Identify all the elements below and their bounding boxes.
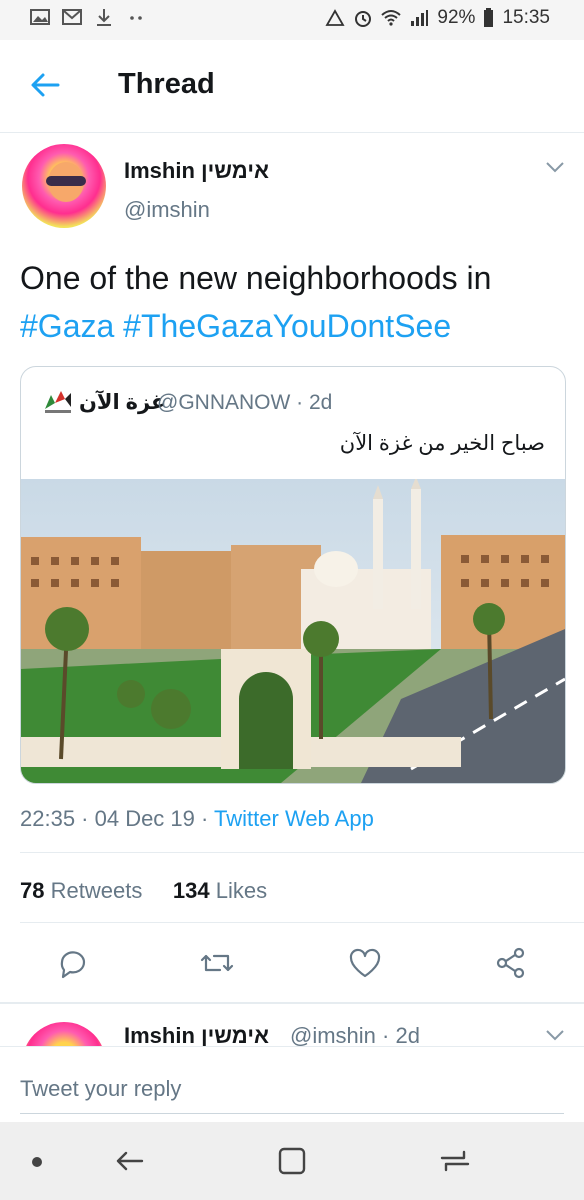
image-icon (30, 9, 50, 25)
app-header: Thread (0, 40, 584, 133)
tweet-text: One of the new neighborhoods in #Gaza #T… (20, 254, 568, 350)
retweets-count: 78 (20, 878, 45, 903)
tweet-timestamp: 22:35 · 04 Dec 19 · Twitter Web App (20, 806, 374, 832)
more-dots-icon (130, 16, 142, 20)
like-heart-icon[interactable] (346, 944, 384, 982)
tweet-source-link[interactable]: Twitter Web App (214, 806, 374, 831)
quote-text: صباح الخير من غزة الآن (339, 432, 545, 455)
retweets-label: Retweets (50, 878, 143, 903)
reply-composer (0, 1046, 584, 1123)
clock: 15:35 (502, 7, 550, 28)
nav-dot-icon[interactable] (32, 1157, 42, 1167)
neighborhood-photo[interactable] (21, 479, 565, 783)
avatar[interactable] (22, 144, 106, 228)
likes-count: 134 (172, 878, 210, 903)
quote-handle-time: @GNNANOW · 2d (157, 391, 333, 414)
home-nav-icon[interactable] (275, 1144, 309, 1178)
chevron-down-icon[interactable] (545, 1028, 565, 1042)
sync-icon (325, 9, 345, 26)
tweet-stats: 78 Retweets 134 Likes (20, 878, 267, 904)
status-bar: 92% 15:35 (0, 0, 584, 40)
gnn-logo-icon (45, 391, 71, 413)
author-name[interactable]: Imshin אימשין (124, 158, 269, 184)
download-icon (97, 9, 111, 26)
hashtag-link[interactable]: #Gaza (20, 308, 114, 344)
status-left-icons (30, 8, 146, 26)
divider (20, 852, 584, 853)
system-nav-bar (0, 1122, 584, 1200)
hashtag-link[interactable]: #TheGazaYouDontSee (123, 308, 451, 344)
retweets-stat[interactable]: 78 Retweets (20, 878, 142, 903)
tweet-actions (0, 944, 584, 988)
status-right: 92% 15:35 (325, 7, 550, 29)
quoted-tweet[interactable]: غزة الآن @GNNANOW · 2d صباح الخير من غزة… (20, 366, 566, 784)
share-icon[interactable] (492, 944, 530, 982)
retweet-icon[interactable] (198, 944, 236, 982)
quote-author-name: غزة الآن (79, 391, 166, 414)
back-nav-icon[interactable] (112, 1144, 146, 1178)
signal-icon (411, 10, 429, 26)
likes-label: Likes (215, 878, 268, 903)
recents-nav-icon[interactable] (438, 1144, 472, 1178)
reply-icon[interactable] (54, 944, 92, 982)
battery-percent: 92% (437, 7, 476, 28)
thread-separator (0, 1002, 584, 1004)
wifi-icon (381, 10, 402, 26)
page-title: Thread (118, 68, 215, 100)
arrow-left-icon[interactable] (28, 68, 62, 102)
alarm-icon (355, 11, 372, 27)
battery-icon (484, 8, 494, 27)
tweet-body: One of the new neighborhoods in (20, 260, 492, 296)
tweet-time: 22:35 · 04 Dec 19 · (20, 806, 215, 831)
author-handle[interactable]: @imshin (124, 197, 210, 223)
reply-input[interactable] (20, 1065, 564, 1114)
likes-stat[interactable]: 134 Likes (173, 878, 267, 903)
gmail-icon (62, 9, 82, 25)
divider (20, 922, 584, 923)
chevron-down-icon[interactable] (545, 160, 565, 174)
